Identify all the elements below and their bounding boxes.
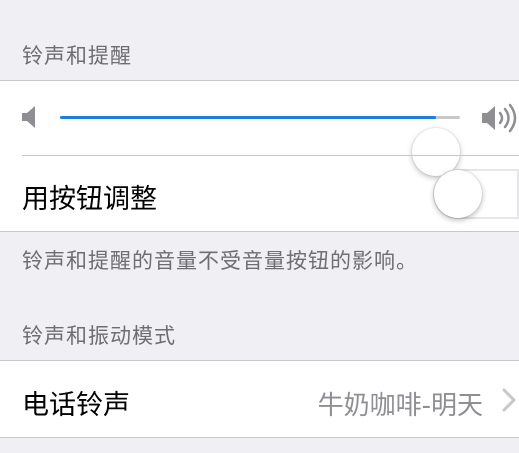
volume-slider[interactable]: [60, 116, 460, 176]
volume-slider-fill: [60, 116, 436, 119]
speaker-high-icon: [480, 102, 519, 138]
vibration-section-header: 铃声和振动模式: [22, 324, 176, 348]
ringtone-group: 电话铃声 牛奶咖啡-明天: [0, 360, 519, 438]
toggle-knob: [434, 170, 482, 218]
ringer-footer-note: 铃声和提醒的音量不受音量按钮的影响。: [22, 249, 418, 273]
ringtone-row[interactable]: 电话铃声 牛奶咖啡-明天: [0, 361, 519, 437]
chevron-right-icon: [501, 387, 517, 417]
ringtone-label: 电话铃声: [22, 390, 130, 421]
change-with-buttons-toggle[interactable]: [433, 169, 519, 219]
speaker-low-icon: [20, 104, 40, 134]
change-with-buttons-row: 用按钮调整: [0, 155, 519, 231]
ringtone-value: 牛奶咖啡-明天: [317, 391, 483, 421]
ringer-section-header: 铃声和提醒: [22, 44, 132, 68]
volume-row: [0, 81, 519, 176]
ringer-settings-group: 用按钮调整: [0, 80, 519, 232]
change-with-buttons-label: 用按钮调整: [22, 184, 157, 215]
